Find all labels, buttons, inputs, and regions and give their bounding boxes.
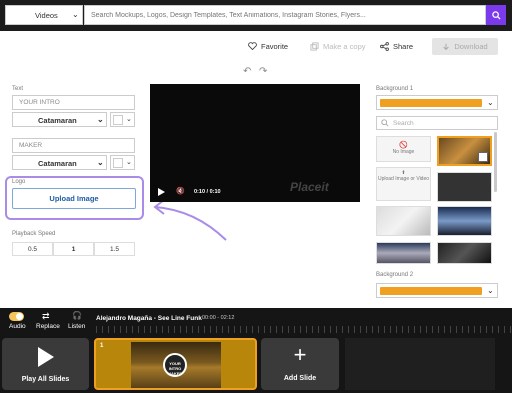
color-select-1[interactable]: ⌄ <box>110 112 135 127</box>
search-field[interactable] <box>84 5 486 25</box>
video-preview[interactable]: 🔇 0:10 / 0:10 Placeit <box>150 84 360 202</box>
play-icon[interactable] <box>158 188 165 196</box>
speed-option-0-5[interactable]: 0.5 <box>12 242 53 256</box>
plus-icon: + <box>293 342 307 367</box>
play-all-slides-button[interactable]: Play All Slides <box>2 338 89 390</box>
no-image-icon: 🚫 <box>399 142 408 149</box>
favorite-label: Favorite <box>261 41 289 51</box>
placeit-watermark: Placeit <box>290 180 329 194</box>
favorite-button[interactable]: Favorite <box>248 38 288 54</box>
chevron-down-icon: ⌄ <box>487 286 494 295</box>
logo-section-label: Logo <box>12 179 26 185</box>
background-1-label: Background 1 <box>376 86 414 92</box>
video-time: 0:10 / 0:10 <box>194 189 221 195</box>
make-copy-button[interactable]: Make a copy <box>310 38 366 54</box>
headphones-icon[interactable]: 🎧 <box>72 311 82 320</box>
chevron-down-icon: ⌄ <box>97 158 104 167</box>
crop-icon[interactable] <box>478 152 488 162</box>
chevron-down-icon: ⌄ <box>487 98 494 107</box>
replace-icon[interactable]: ⇄ <box>42 311 50 322</box>
share-label: Share <box>393 41 414 51</box>
chevron-down-icon: ⌄ <box>97 115 104 124</box>
speed-option-1-5[interactable]: 1.5 <box>94 242 135 256</box>
play-icon <box>38 347 54 367</box>
background-search-field[interactable]: Search <box>376 116 498 130</box>
chevron-down-icon: ⌄ <box>126 159 132 166</box>
background-thumbnail[interactable] <box>376 242 431 264</box>
text-input-1[interactable]: YOUR INTRO <box>12 95 135 110</box>
track-title: Alejandro Magaña - See Line Funk <box>96 315 202 322</box>
heart-icon <box>248 42 257 50</box>
color-bar <box>380 99 482 107</box>
listen-label[interactable]: Listen <box>68 323 85 330</box>
font-name: Catamaran <box>38 116 77 125</box>
upload-icon: ⬆ <box>401 170 406 176</box>
color-bar <box>380 287 482 295</box>
search-icon <box>381 119 389 127</box>
font-select-2[interactable]: Catamaran ⌄ <box>12 155 107 170</box>
text-section-label: Text <box>12 86 24 92</box>
category-select[interactable]: Videos ⌄ <box>5 5 83 25</box>
audio-timeline[interactable] <box>96 326 512 333</box>
add-slide-button[interactable]: + Add Slide <box>261 338 339 390</box>
mute-icon[interactable]: 🔇 <box>176 187 185 195</box>
copy-icon <box>310 41 319 51</box>
color-select-2[interactable]: ⌄ <box>110 155 135 170</box>
audio-toggle[interactable] <box>9 312 24 321</box>
background-2-label: Background 2 <box>376 272 414 278</box>
background-thumbnail[interactable] <box>376 206 431 236</box>
make-copy-label: Make a copy <box>323 41 366 51</box>
chevron-down-icon: ⌄ <box>72 10 79 19</box>
download-icon <box>443 43 450 50</box>
no-image-option[interactable]: 🚫 No Image <box>376 136 431 162</box>
share-icon <box>380 41 389 51</box>
color-swatch <box>113 158 123 168</box>
slide-card-1[interactable]: 1 YOUR INTRO MAKER <box>94 338 257 390</box>
download-button[interactable]: Download <box>432 38 498 55</box>
slide-number: 1 <box>100 343 104 349</box>
track-time: 00:00 - 02:12 <box>202 315 235 321</box>
category-label: Videos <box>35 11 58 20</box>
chevron-down-icon: ⌄ <box>126 116 132 123</box>
search-placeholder: Search <box>393 119 414 127</box>
background-preview-strip <box>345 338 495 390</box>
color-swatch <box>113 115 123 125</box>
playback-speed-label: Playback Speed <box>12 231 56 237</box>
replace-label[interactable]: Replace <box>36 323 60 330</box>
redo-icon[interactable]: ↷ <box>259 66 267 77</box>
search-input[interactable] <box>85 6 485 24</box>
background-thumbnail-selected[interactable] <box>437 136 492 166</box>
no-image-label: No Image <box>392 149 415 155</box>
background-2-color-select[interactable]: ⌄ <box>376 283 498 298</box>
share-button[interactable]: Share <box>380 38 413 54</box>
undo-icon[interactable]: ↶ <box>243 66 251 77</box>
background-thumbnail[interactable] <box>437 242 492 264</box>
font-select-1[interactable]: Catamaran ⌄ <box>12 112 107 127</box>
slide-logo: YOUR INTRO MAKER <box>163 353 187 377</box>
play-all-slides-label: Play All Slides <box>21 376 70 383</box>
upload-background-option[interactable]: ⬆ Upload Image or Video <box>376 167 431 201</box>
font-name: Catamaran <box>38 159 77 168</box>
search-icon <box>491 10 501 20</box>
upload-image-button[interactable]: Upload Image <box>12 188 136 209</box>
search-button[interactable] <box>486 5 506 25</box>
text-input-2[interactable]: MAKER <box>12 138 135 153</box>
scrollbar[interactable] <box>494 132 497 192</box>
background-1-color-select[interactable]: ⌄ <box>376 95 498 110</box>
download-label: Download <box>454 42 488 51</box>
speed-option-1[interactable]: 1 <box>53 242 94 256</box>
add-slide-label: Add Slide <box>283 375 317 382</box>
audio-label: Audio <box>9 323 26 330</box>
background-thumbnail[interactable] <box>437 206 492 236</box>
upload-image-or-video-label: Upload Image or Video <box>377 176 430 182</box>
background-thumbnail[interactable] <box>437 172 492 202</box>
